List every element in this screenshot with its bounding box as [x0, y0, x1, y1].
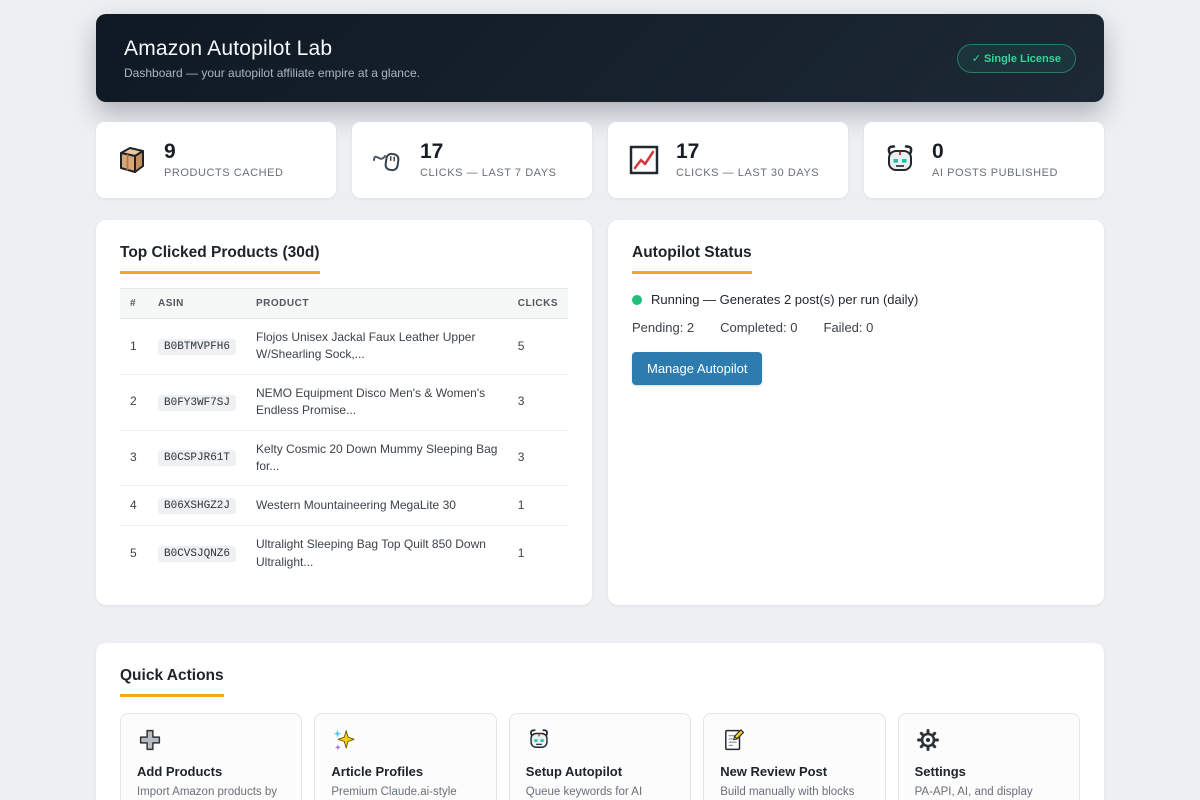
stat-value: 17: [420, 141, 557, 163]
asin-badge: B0CVSJQNZ6: [158, 546, 236, 562]
status-running-dot: [632, 295, 642, 305]
quick-action-desc: Import Amazon products by ASIN: [137, 784, 285, 800]
table-row: 2 B0FY3WF7SJ NEMO Equipment Disco Men's …: [120, 374, 568, 430]
page-subtitle: Dashboard — your autopilot affiliate emp…: [124, 66, 420, 80]
quick-actions-heading: Quick Actions: [120, 667, 224, 697]
quick-action-desc: Premium Claude.ai-style writing setups: [331, 784, 479, 800]
rank-cell: 2: [120, 374, 148, 430]
stat-label: CLICKS — LAST 7 DAYS: [420, 167, 557, 179]
quick-action-article-profiles[interactable]: Article Profiles Premium Claude.ai-style…: [314, 713, 496, 800]
stat-label: CLICKS — LAST 30 DAYS: [676, 167, 819, 179]
product-cell: Kelty Cosmic 20 Down Mummy Sleeping Bag …: [246, 430, 508, 486]
product-cell: Western Mountaineering MegaLite 30: [246, 486, 508, 526]
quick-action-desc: Build manually with blocks: [720, 784, 868, 800]
autopilot-status-panel: Autopilot Status Running — Generates 2 p…: [608, 220, 1104, 605]
quick-action-title: Settings: [915, 764, 1063, 779]
clicks-cell: 5: [508, 319, 568, 375]
stat-card-ai-posts: 0 AI POSTS PUBLISHED: [864, 122, 1104, 198]
stats-row: 9 PRODUCTS CACHED 17 CLICKS — LAST 7 DAY…: [96, 122, 1104, 198]
sparkles-icon: [331, 727, 357, 753]
products-heading: Top Clicked Products (30d): [120, 244, 320, 274]
quick-action-setup-autopilot[interactable]: Setup Autopilot Queue keywords for AI bl…: [509, 713, 691, 800]
asin-badge: B0BTMVPFH6: [158, 339, 236, 355]
quick-action-settings[interactable]: Settings PA-API, AI, and display options: [898, 713, 1080, 800]
chart-up-icon: [626, 142, 662, 178]
stat-value: 17: [676, 141, 819, 163]
quick-action-desc: PA-API, AI, and display options: [915, 784, 1063, 800]
rank-cell: 3: [120, 430, 148, 486]
quick-actions-panel: Quick Actions Add Products Import Amazon…: [96, 643, 1104, 800]
stat-value: 0: [932, 141, 1058, 163]
column-rank: #: [120, 289, 148, 319]
clicks-cell: 3: [508, 374, 568, 430]
column-asin: ASIN: [148, 289, 246, 319]
main-grid: Top Clicked Products (30d) # ASIN PRODUC…: [96, 220, 1104, 605]
stat-card-clicks-30d: 17 CLICKS — LAST 30 DAYS: [608, 122, 848, 198]
rank-cell: 5: [120, 526, 148, 581]
stat-label: AI POSTS PUBLISHED: [932, 167, 1058, 179]
asin-badge: B0FY3WF7SJ: [158, 395, 236, 411]
clicks-cell: 3: [508, 430, 568, 486]
table-row: 1 B0BTMVPFH6 Flojos Unisex Jackal Faux L…: [120, 319, 568, 375]
stat-label: PRODUCTS CACHED: [164, 167, 283, 179]
failed-count: Failed: 0: [824, 320, 874, 335]
product-cell: Ultralight Sleeping Bag Top Quilt 850 Do…: [246, 526, 508, 581]
products-table: # ASIN PRODUCT CLICKS 1 B0BTMVPFH6 Flojo…: [120, 288, 568, 581]
header-banner: Amazon Autopilot Lab Dashboard — your au…: [96, 14, 1104, 102]
quick-action-title: Add Products: [137, 764, 285, 779]
table-row: 4 B06XSHGZ2J Western Mountaineering Mega…: [120, 486, 568, 526]
table-header-row: # ASIN PRODUCT CLICKS: [120, 289, 568, 319]
quick-action-desc: Queue keywords for AI blogging: [526, 784, 674, 800]
asin-badge: B0CSPJR61T: [158, 450, 236, 466]
rank-cell: 4: [120, 486, 148, 526]
package-icon: [114, 142, 150, 178]
page-title: Amazon Autopilot Lab: [124, 37, 420, 61]
robot-icon: [526, 727, 552, 753]
pending-count: Pending: 2: [632, 320, 694, 335]
column-product: PRODUCT: [246, 289, 508, 319]
memo-icon: [720, 727, 746, 753]
product-cell: Flojos Unisex Jackal Faux Leather Upper …: [246, 319, 508, 375]
autopilot-counters: Pending: 2 Completed: 0 Failed: 0: [632, 320, 1080, 335]
clicks-cell: 1: [508, 526, 568, 581]
status-text: Running — Generates 2 post(s) per run (d…: [651, 292, 918, 307]
top-clicked-products-panel: Top Clicked Products (30d) # ASIN PRODUC…: [96, 220, 592, 605]
stat-card-clicks-7d: 17 CLICKS — LAST 7 DAYS: [352, 122, 592, 198]
autopilot-heading: Autopilot Status: [632, 244, 752, 274]
stat-card-products-cached: 9 PRODUCTS CACHED: [96, 122, 336, 198]
quick-actions-grid: Add Products Import Amazon products by A…: [120, 713, 1080, 800]
quick-action-new-review-post[interactable]: New Review Post Build manually with bloc…: [703, 713, 885, 800]
completed-count: Completed: 0: [720, 320, 797, 335]
table-row: 3 B0CSPJR61T Kelty Cosmic 20 Down Mummy …: [120, 430, 568, 486]
table-row: 5 B0CVSJQNZ6 Ultralight Sleeping Bag Top…: [120, 526, 568, 581]
stat-value: 9: [164, 141, 283, 163]
plus-icon: [137, 727, 163, 753]
dashboard-page: Amazon Autopilot Lab Dashboard — your au…: [96, 0, 1104, 800]
rank-cell: 1: [120, 319, 148, 375]
quick-action-title: New Review Post: [720, 764, 868, 779]
header-text-block: Amazon Autopilot Lab Dashboard — your au…: [124, 37, 420, 80]
manage-autopilot-button[interactable]: Manage Autopilot: [632, 352, 762, 385]
gear-icon: [915, 727, 941, 753]
clicks-cell: 1: [508, 486, 568, 526]
quick-action-title: Setup Autopilot: [526, 764, 674, 779]
robot-icon: [882, 142, 918, 178]
quick-action-title: Article Profiles: [331, 764, 479, 779]
license-badge: ✓ Single License: [957, 44, 1076, 73]
column-clicks: CLICKS: [508, 289, 568, 319]
asin-badge: B06XSHGZ2J: [158, 498, 236, 514]
autopilot-status-line: Running — Generates 2 post(s) per run (d…: [632, 292, 1080, 307]
quick-action-add-products[interactable]: Add Products Import Amazon products by A…: [120, 713, 302, 800]
mouse-icon: [370, 142, 406, 178]
product-cell: NEMO Equipment Disco Men's & Women's End…: [246, 374, 508, 430]
